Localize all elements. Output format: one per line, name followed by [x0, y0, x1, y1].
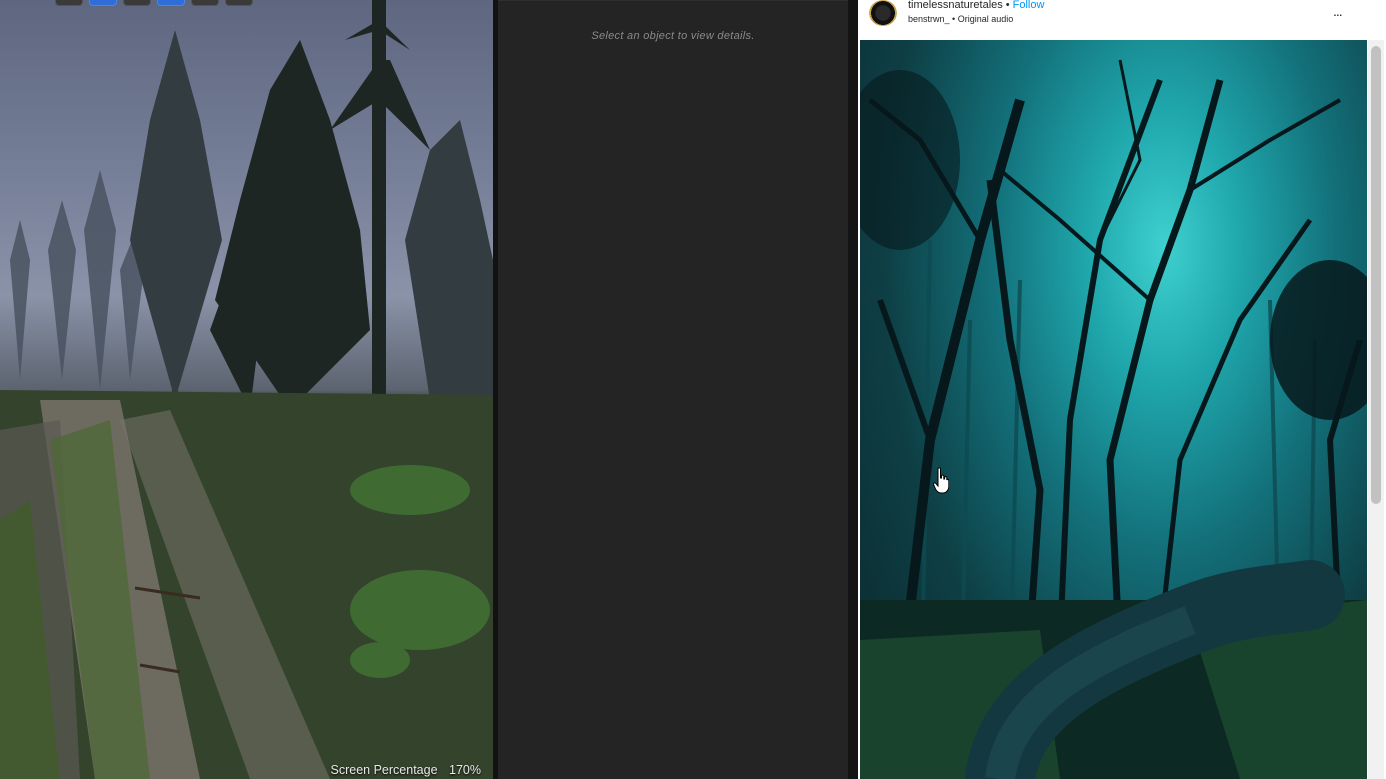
forest-scene — [0, 0, 493, 779]
viewport-tool-button[interactable] — [55, 0, 83, 6]
details-panel-border — [498, 0, 848, 1]
post-header: timelessnaturetales • Follow benstrwn_ • O… — [858, 0, 1368, 40]
screen-percentage-value: 170% — [449, 763, 481, 777]
viewport-tool-button[interactable] — [191, 0, 219, 6]
viewport-tool-button[interactable] — [225, 0, 253, 6]
scrollbar-thumb[interactable] — [1371, 46, 1381, 504]
audio-user[interactable]: benstrwn_ — [908, 14, 950, 24]
avatar[interactable] — [869, 0, 897, 26]
viewport-toolbar — [55, 0, 253, 6]
viewport-tool-button-active[interactable] — [157, 0, 185, 6]
hand-cursor-icon — [933, 467, 950, 500]
social-post: timelessnaturetales • Follow benstrwn_ • O… — [858, 0, 1386, 779]
separator-dot: • — [1005, 0, 1010, 11]
details-empty-hint: Select an object to view details. — [591, 30, 755, 42]
post-username[interactable]: timelessnaturetales — [908, 0, 1003, 11]
follow-button[interactable]: Follow — [1013, 0, 1045, 11]
separator-dot: • — [952, 14, 956, 24]
viewport-tool-button-active[interactable] — [89, 0, 117, 6]
screen-percentage-label: Screen Percentage — [330, 763, 438, 777]
window-gap — [848, 0, 858, 779]
forest-road-image — [860, 59, 1367, 779]
audio-line: benstrwn_ • Original audio — [908, 14, 1013, 24]
viewport-tool-button[interactable] — [123, 0, 151, 6]
viewport[interactable]: Screen Percentage 170% — [0, 0, 493, 779]
post-author-line: timelessnaturetales • Follow — [908, 0, 1044, 11]
screen-percentage-readout: Screen Percentage 170% — [331, 763, 481, 777]
audio-label[interactable]: Original audio — [958, 14, 1014, 24]
details-panel: Select an object to view details. — [498, 0, 848, 779]
post-media[interactable] — [860, 40, 1367, 779]
more-options-icon[interactable]: ... — [1333, 3, 1343, 19]
